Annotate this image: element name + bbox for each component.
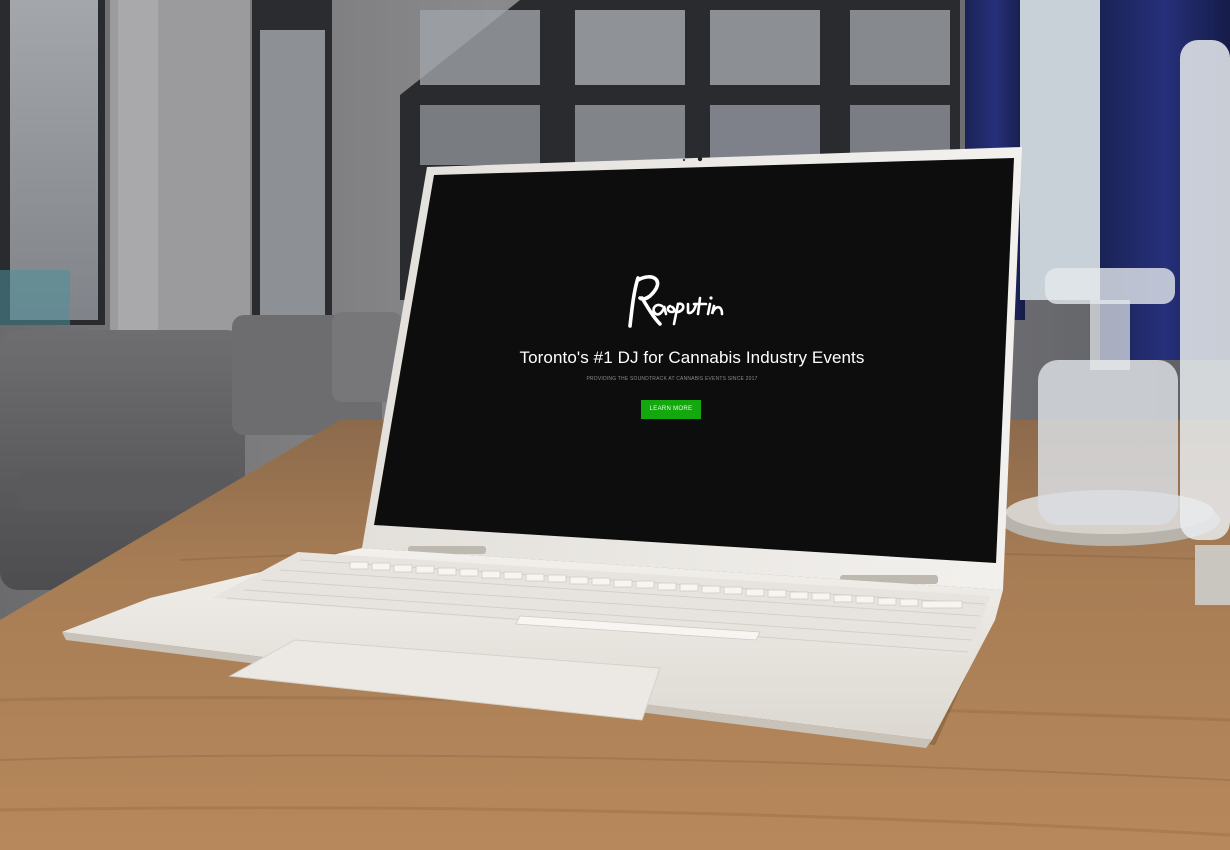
website-hero: Toronto's #1 DJ for Cannabis Industry Ev…: [372, 168, 1012, 548]
photo-scene: Toronto's #1 DJ for Cannabis Industry Ev…: [0, 0, 1230, 850]
hero-headline: Toronto's #1 DJ for Cannabis Industry Ev…: [519, 348, 865, 367]
rasputin-logo: [628, 275, 724, 328]
hero-subheadline: PROVIDING THE SOUNDTRACK AT CANNABIS EVE…: [586, 376, 758, 382]
webcam-icon: [697, 156, 703, 162]
learn-more-button[interactable]: LEARN MORE: [641, 400, 701, 419]
